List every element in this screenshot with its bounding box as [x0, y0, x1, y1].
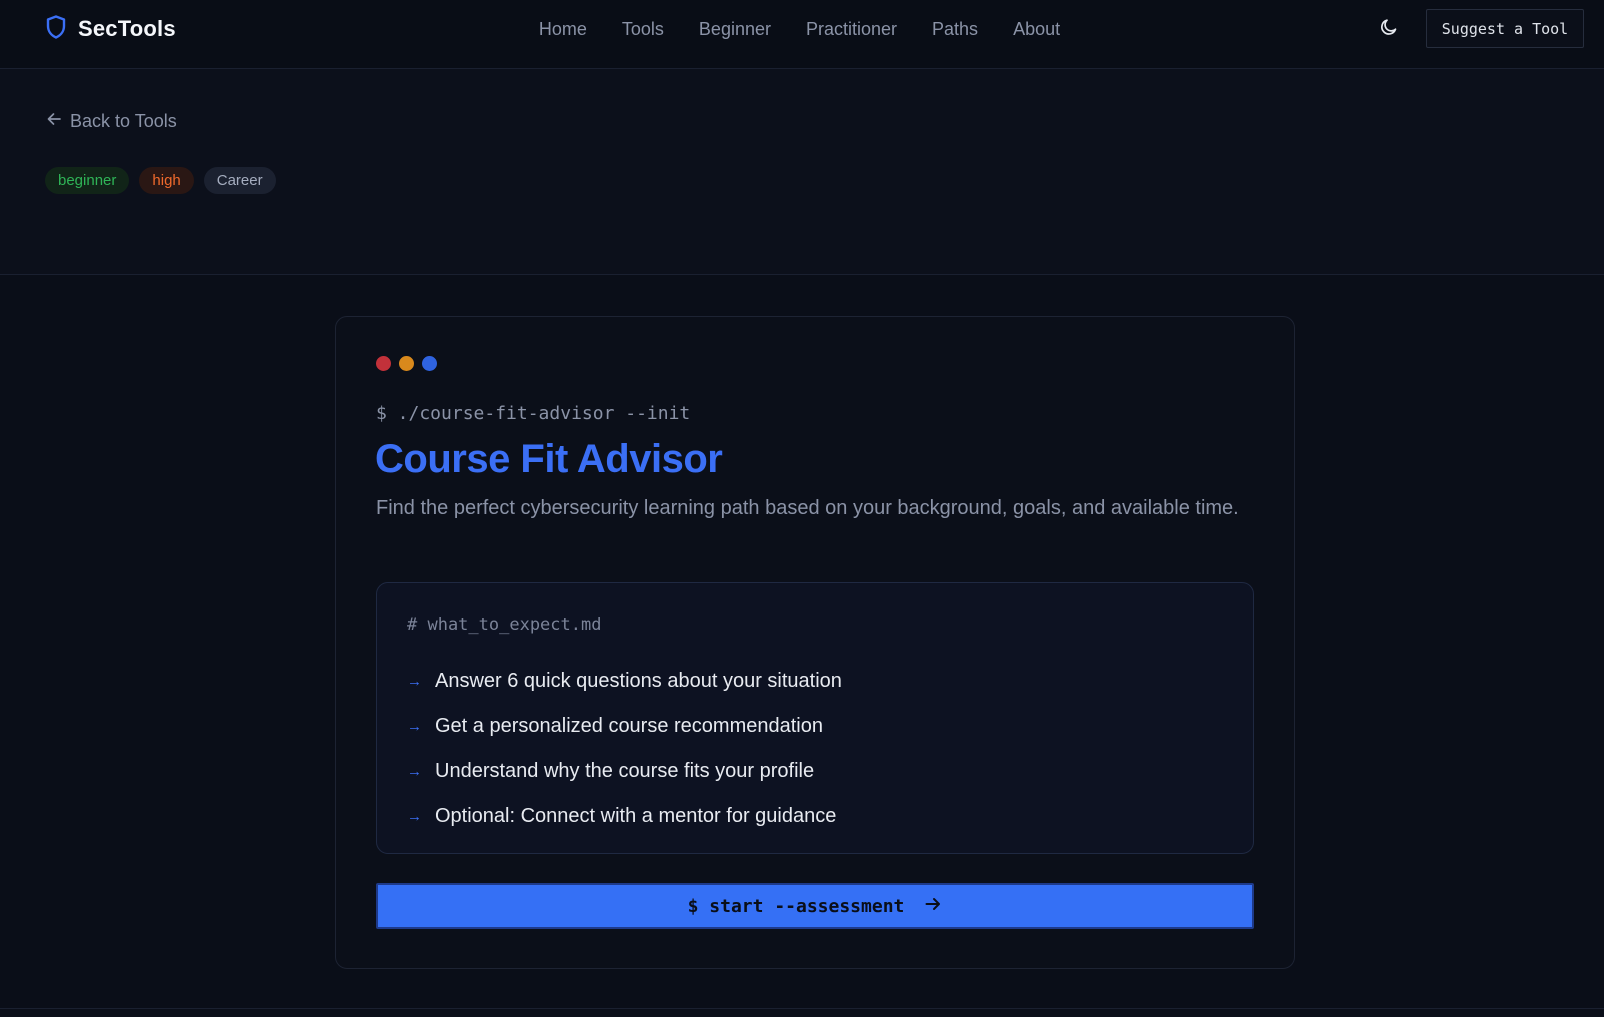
window-dots: [376, 356, 437, 371]
tool-header-section: Back to Tools beginner high Career: [0, 69, 1604, 275]
what-to-expect-heading: # what_to_expect.md: [407, 615, 602, 635]
main-nav: Home Tools Beginner Practitioner Paths A…: [0, 16, 1604, 42]
brand-link[interactable]: SecTools: [46, 14, 176, 44]
start-assessment-label: $ start --assessment: [687, 895, 905, 917]
what-to-expect-list: → Answer 6 quick questions about your si…: [407, 659, 842, 839]
tag-priority[interactable]: high: [139, 167, 194, 194]
tag-list: beginner high Career: [45, 167, 276, 194]
list-item-text: Answer 6 quick questions about your situ…: [435, 670, 842, 692]
nav-home[interactable]: Home: [539, 16, 587, 42]
arrow-left-icon: [46, 111, 62, 132]
tag-level[interactable]: beginner: [45, 167, 130, 194]
theme-toggle-button[interactable]: [1376, 16, 1402, 42]
nav-paths[interactable]: Paths: [932, 16, 978, 42]
tag-category[interactable]: Career: [203, 167, 276, 194]
nav-tools[interactable]: Tools: [622, 16, 664, 42]
list-item: → Get a personalized course recommendati…: [407, 704, 842, 749]
arrow-bullet-icon: →: [407, 718, 422, 735]
page-title: Course Fit Advisor: [375, 437, 723, 481]
nav-beginner[interactable]: Beginner: [699, 16, 771, 42]
arrow-right-icon: [924, 895, 942, 918]
list-item: → Answer 6 quick questions about your si…: [407, 659, 842, 704]
arrow-bullet-icon: →: [407, 673, 422, 690]
window-dot-blue: [422, 356, 437, 371]
command-line: $ ./course-fit-advisor --init: [376, 403, 691, 424]
list-item-text: Understand why the course fits your prof…: [435, 760, 815, 782]
list-item-text: Get a personalized course recommendation: [435, 715, 823, 737]
nav-practitioner[interactable]: Practitioner: [806, 16, 897, 42]
brand-name: SecTools: [78, 16, 176, 41]
what-to-expect-box: # what_to_expect.md → Answer 6 quick que…: [376, 582, 1254, 854]
list-item-text: Optional: Connect with a mentor for guid…: [435, 805, 837, 827]
window-dot-red: [376, 356, 391, 371]
shield-icon: [46, 14, 66, 44]
page-subtitle: Find the perfect cybersecurity learning …: [376, 497, 1239, 519]
suggest-tool-button[interactable]: Suggest a Tool: [1426, 9, 1584, 48]
start-assessment-button[interactable]: $ start --assessment: [376, 883, 1254, 929]
top-navbar: SecTools Home Tools Beginner Practitione…: [0, 0, 1604, 69]
window-dot-orange: [399, 356, 414, 371]
advisor-card: $ ./course-fit-advisor --init Course Fit…: [335, 316, 1295, 969]
arrow-bullet-icon: →: [407, 763, 422, 780]
list-item: → Understand why the course fits your pr…: [407, 749, 842, 794]
back-to-tools-link[interactable]: Back to Tools: [46, 111, 177, 132]
list-item: → Optional: Connect with a mentor for gu…: [407, 794, 842, 839]
arrow-bullet-icon: →: [407, 808, 422, 825]
back-to-tools-label: Back to Tools: [70, 111, 177, 131]
nav-about[interactable]: About: [1013, 16, 1060, 42]
moon-icon: [1379, 17, 1399, 42]
